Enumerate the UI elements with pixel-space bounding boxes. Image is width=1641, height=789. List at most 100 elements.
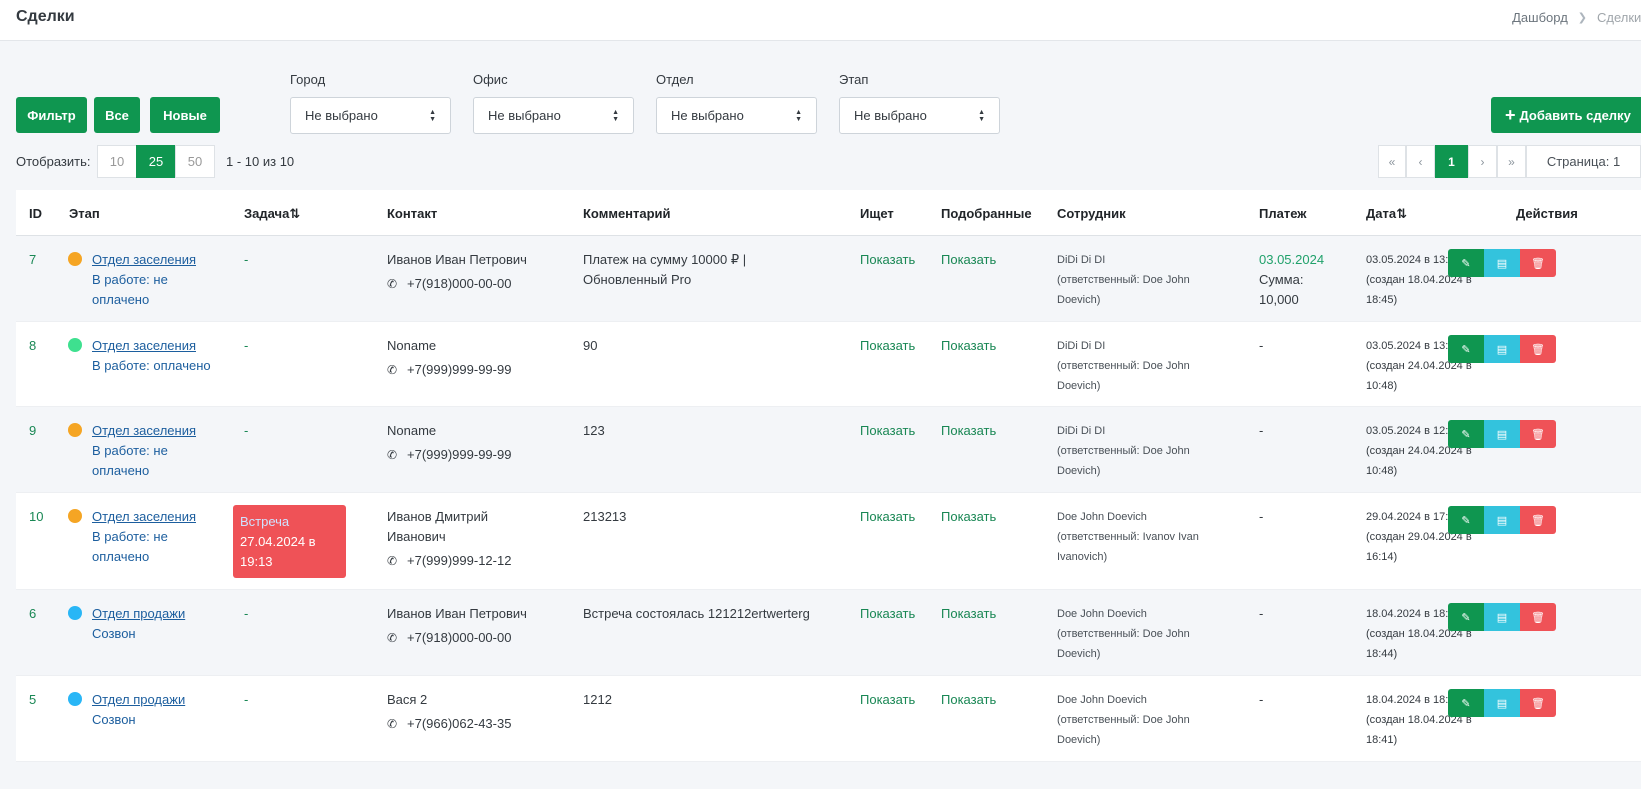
row-id[interactable]: 9 <box>29 421 36 441</box>
delete-button[interactable]: 🗑 <box>1520 689 1556 717</box>
row-actions: ✎ ▤ 🗑 <box>1448 689 1556 717</box>
breadcrumb-dashboard[interactable]: Дашборд <box>1512 10 1568 25</box>
contact-phone[interactable]: +7(999)999-99-99 <box>407 445 511 465</box>
seeks-show-link[interactable]: Показать <box>860 604 915 624</box>
pager-prev[interactable]: ‹ <box>1406 145 1435 178</box>
stage-link[interactable]: Отдел продажи <box>92 604 232 624</box>
department-select[interactable]: Не выбрано ▲ ▼ <box>656 97 817 134</box>
payment-text: - <box>1259 692 1264 707</box>
city-select-value: Не выбрано <box>305 108 378 123</box>
stage-link[interactable]: Отдел заселения <box>92 421 232 441</box>
col-contact: Контакт <box>387 206 438 221</box>
page-size-25[interactable]: 25 <box>136 145 176 178</box>
comment-text: 123 <box>583 423 605 438</box>
employee-text: (ответственный: Doe John <box>1057 274 1190 286</box>
stage-link[interactable]: Отдел заселения <box>92 336 232 356</box>
status-dot-icon <box>68 423 82 437</box>
stage-link[interactable]: Отдел заселения <box>92 250 232 270</box>
row-id[interactable]: 6 <box>29 604 36 624</box>
seeks-show-link[interactable]: Показать <box>860 690 915 710</box>
save-button[interactable]: ▤ <box>1484 506 1520 534</box>
contact-phone[interactable]: +7(966)062-43-35 <box>407 714 511 734</box>
matched-show-link[interactable]: Показать <box>941 690 996 710</box>
delete-button[interactable]: 🗑 <box>1520 249 1556 277</box>
stage-link[interactable]: Отдел заселения <box>92 507 232 527</box>
office-select[interactable]: Не выбрано ▲ ▼ <box>473 97 634 134</box>
pager-page-1[interactable]: 1 <box>1435 145 1468 178</box>
save-button[interactable]: ▤ <box>1484 689 1520 717</box>
task-badge[interactable]: Встреча 27.04.2024 в 19:13 <box>233 505 346 578</box>
employee-text: (ответственный: Ivanov Ivan <box>1057 531 1199 543</box>
stage-status: В работе: не <box>92 529 168 544</box>
delete-button[interactable]: 🗑 <box>1520 506 1556 534</box>
page-size-10[interactable]: 10 <box>97 145 137 178</box>
contact-phone[interactable]: +7(918)000-00-00 <box>407 628 511 648</box>
contact-name: Иванович <box>387 529 446 544</box>
date-text: 18:41) <box>1366 734 1398 746</box>
matched-show-link[interactable]: Показать <box>941 507 996 527</box>
row-id[interactable]: 10 <box>29 507 43 527</box>
sort-arrows-icon: ▲ ▼ <box>795 108 802 123</box>
save-icon: ▤ <box>1496 514 1508 527</box>
col-id: ID <box>29 206 42 221</box>
row-id[interactable]: 7 <box>29 250 36 270</box>
employee-text: (ответственный: Doe John <box>1057 714 1190 726</box>
contact-name: Иванов Дмитрий <box>387 509 488 524</box>
save-button[interactable]: ▤ <box>1484 420 1520 448</box>
save-button[interactable]: ▤ <box>1484 335 1520 363</box>
contact-phone[interactable]: +7(918)000-00-00 <box>407 274 511 294</box>
delete-button[interactable]: 🗑 <box>1520 335 1556 363</box>
edit-button[interactable]: ✎ <box>1448 335 1484 363</box>
filter-button[interactable]: Фильтр <box>16 97 87 133</box>
seeks-show-link[interactable]: Показать <box>860 250 915 270</box>
pager-next[interactable]: › <box>1468 145 1497 178</box>
add-deal-button[interactable]: + Добавить сделку <box>1491 97 1641 133</box>
all-button[interactable]: Все <box>94 97 140 133</box>
employee-cell: Doe John Doevich (ответственный: Ivanov I… <box>1057 507 1247 567</box>
sort-arrows-icon: ▲ ▼ <box>978 108 985 123</box>
delete-button[interactable]: 🗑 <box>1520 420 1556 448</box>
edit-button[interactable]: ✎ <box>1448 249 1484 277</box>
employee-cell: Doe John Doevich (ответственный: Doe John… <box>1057 690 1247 750</box>
seeks-show-link[interactable]: Показать <box>860 421 915 441</box>
delete-button[interactable]: 🗑 <box>1520 603 1556 631</box>
new-button[interactable]: Новые <box>150 97 220 133</box>
pager-first[interactable]: « <box>1378 145 1406 178</box>
date-text: 18:44) <box>1366 648 1398 660</box>
stage-select[interactable]: Не выбрано ▲ ▼ <box>839 97 1000 134</box>
matched-show-link[interactable]: Показать <box>941 421 996 441</box>
edit-button[interactable]: ✎ <box>1448 506 1484 534</box>
comment-cell: 1212 <box>583 690 843 710</box>
contact-phone[interactable]: +7(999)999-99-99 <box>407 360 511 380</box>
table-row: 6 Отдел продажи Созвон - Иванов Иван Петрови… <box>16 590 1641 676</box>
payment-text: - <box>1259 423 1264 438</box>
edit-button[interactable]: ✎ <box>1448 603 1484 631</box>
stage-link[interactable]: Отдел продажи <box>92 690 232 710</box>
save-button[interactable]: ▤ <box>1484 603 1520 631</box>
row-id[interactable]: 8 <box>29 336 36 356</box>
pager-last[interactable]: » <box>1497 145 1526 178</box>
payment-text: Сумма: <box>1259 272 1304 287</box>
table-row: 9 Отдел заселения В работе: не оплачено - Non… <box>16 407 1641 493</box>
comment-text: 213213 <box>583 509 627 524</box>
col-date[interactable]: Дата⇅ <box>1366 206 1407 222</box>
contact-name: Noname <box>387 423 437 438</box>
contact-name: Вася 2 <box>387 692 428 707</box>
trash-icon: 🗑 <box>1531 343 1545 356</box>
col-task[interactable]: Задача⇅ <box>244 206 300 222</box>
matched-show-link[interactable]: Показать <box>941 250 996 270</box>
edit-button[interactable]: ✎ <box>1448 689 1484 717</box>
matched-show-link[interactable]: Показать <box>941 604 996 624</box>
save-icon: ▤ <box>1496 611 1508 624</box>
seeks-show-link[interactable]: Показать <box>860 507 915 527</box>
edit-button[interactable]: ✎ <box>1448 420 1484 448</box>
contact-phone[interactable]: +7(999)999-12-12 <box>407 551 511 571</box>
comment-text: Платеж на сумму 10000 ₽ | <box>583 252 747 267</box>
save-icon: ▤ <box>1496 343 1508 356</box>
page-size-50[interactable]: 50 <box>175 145 215 178</box>
matched-show-link[interactable]: Показать <box>941 336 996 356</box>
row-id[interactable]: 5 <box>29 690 36 710</box>
city-select[interactable]: Не выбрано ▲ ▼ <box>290 97 451 134</box>
save-button[interactable]: ▤ <box>1484 249 1520 277</box>
seeks-show-link[interactable]: Показать <box>860 336 915 356</box>
